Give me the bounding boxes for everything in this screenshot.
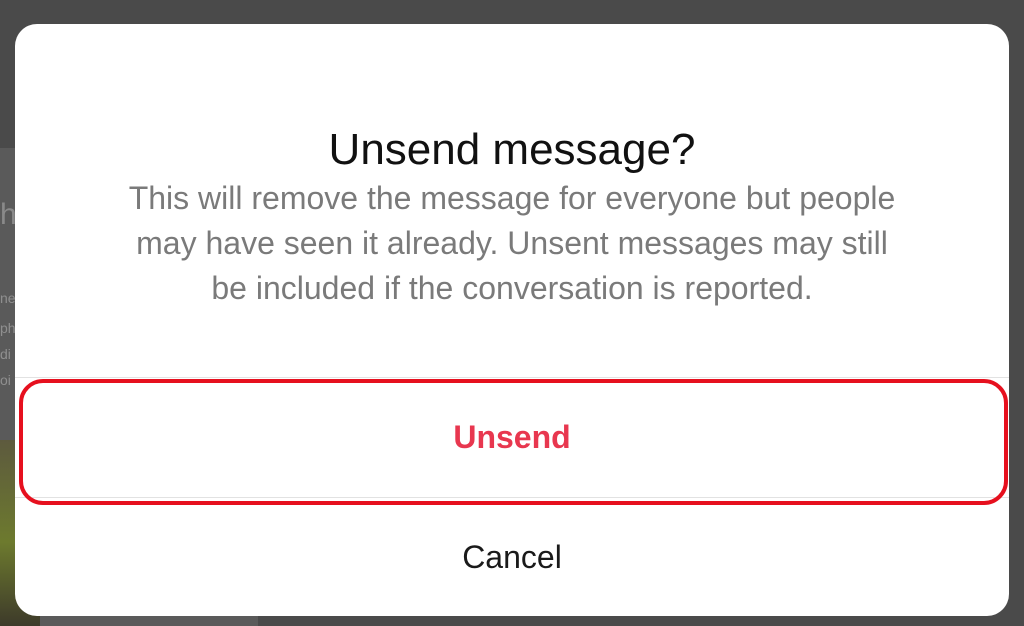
unsend-button[interactable]: Unsend	[15, 378, 1009, 496]
background-text-fragment: di	[0, 346, 11, 362]
cancel-button[interactable]: Cancel	[15, 498, 1009, 616]
dialog-description-line: This will remove the message for everyon…	[128, 180, 896, 216]
background-text-fragment: ne	[0, 290, 16, 306]
dialog-description: This will remove the message for everyon…	[85, 176, 939, 311]
dialog-title: Unsend message?	[328, 125, 696, 174]
dialog-description-line: may have seen it already. Unsent message…	[136, 225, 888, 261]
background-text-fragment: ph	[0, 320, 16, 336]
dialog-description-line: be included if the conversation is repor…	[211, 270, 813, 306]
background-text-fragment: oi	[0, 372, 11, 388]
unsend-dialog: Unsend message? This will remove the mes…	[15, 24, 1009, 616]
